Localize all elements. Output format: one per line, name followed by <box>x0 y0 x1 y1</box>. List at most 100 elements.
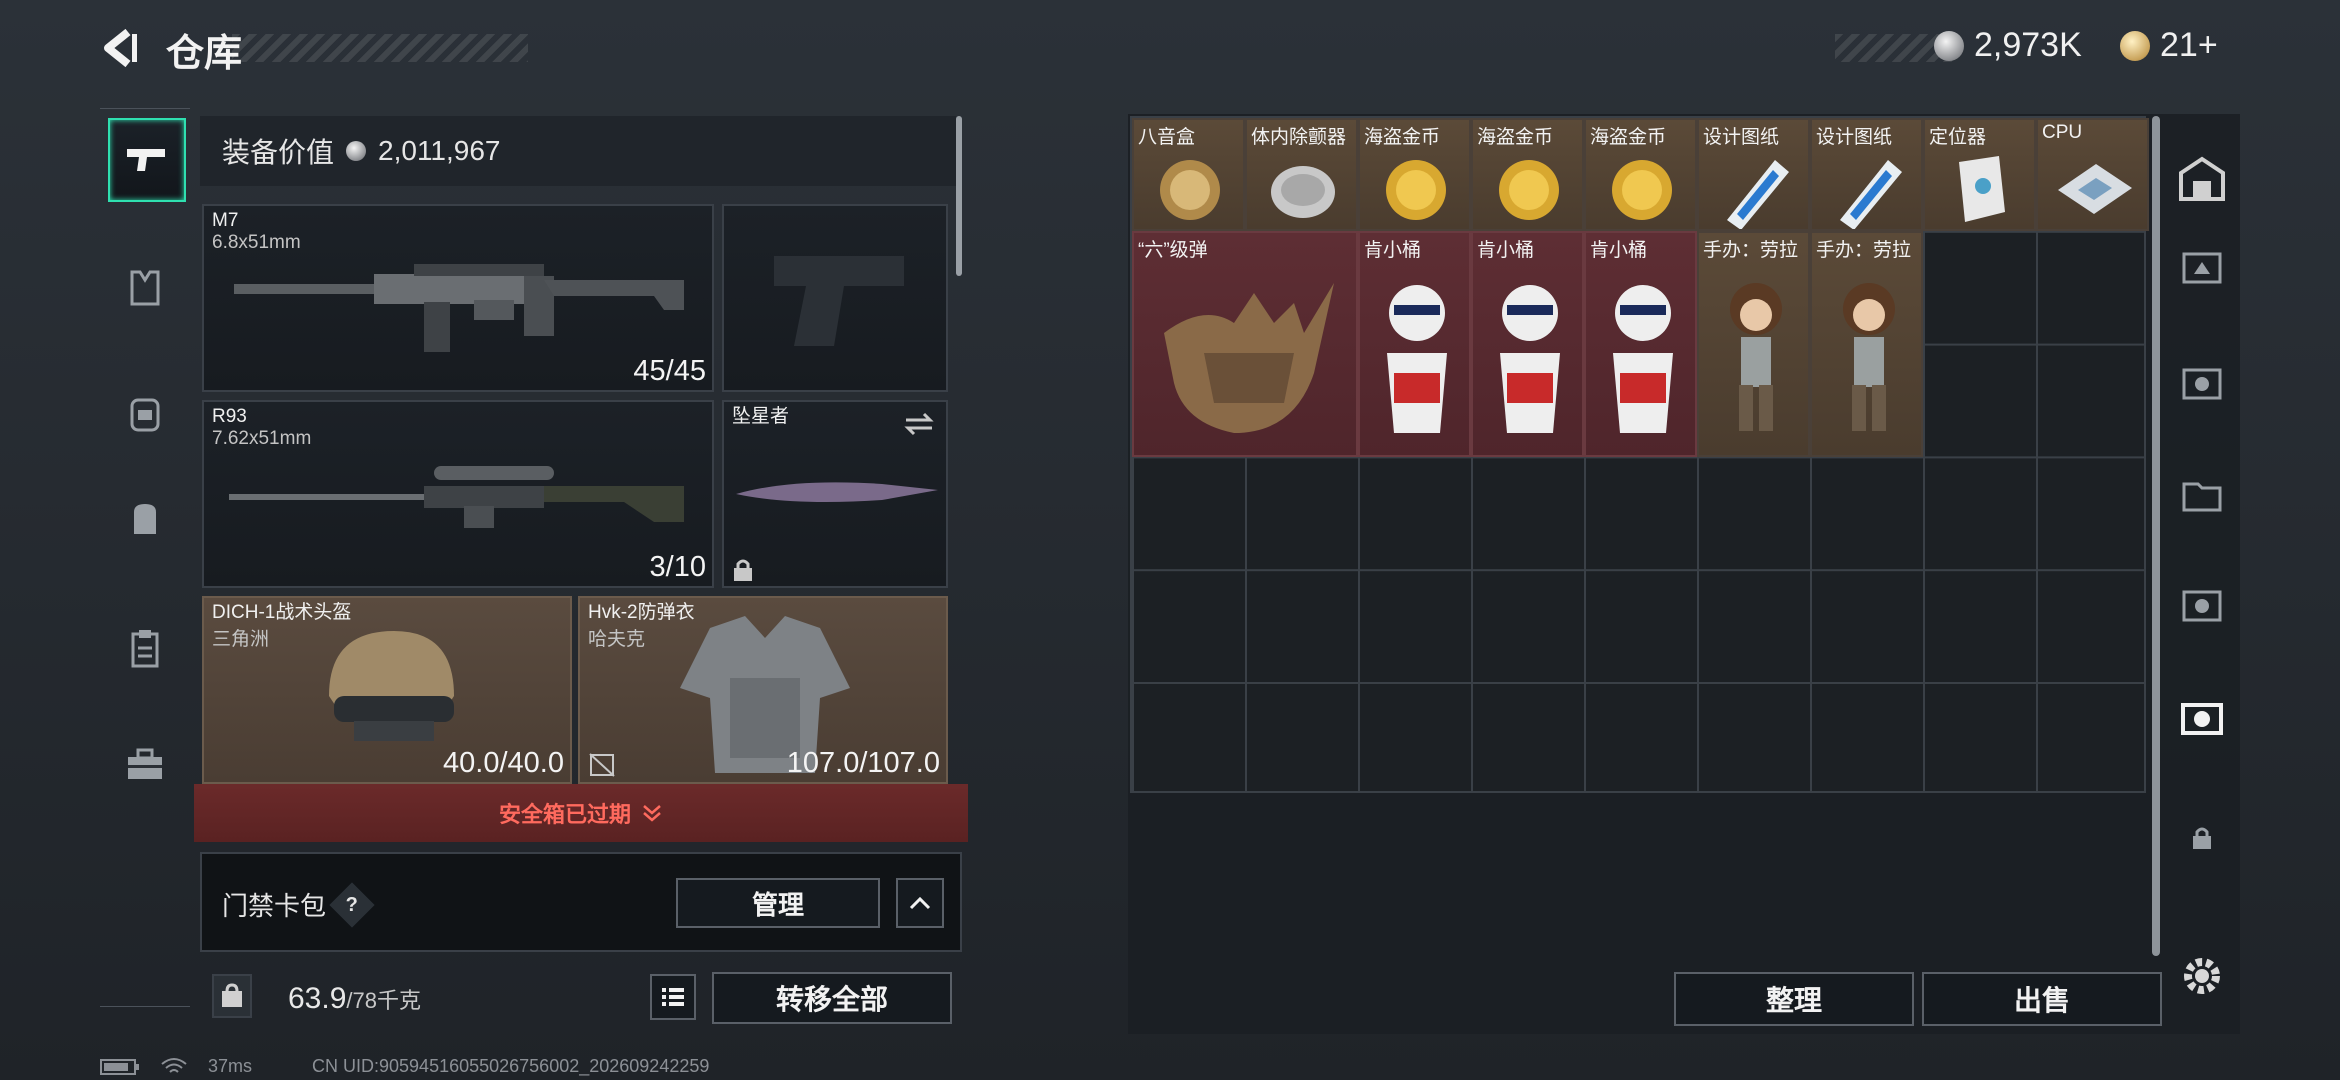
keycard-label: 门禁卡包 <box>222 891 327 921</box>
storage-tab-4[interactable] <box>2174 238 2230 294</box>
helmet-slot[interactable]: DICH-1战术头盔 三角洲 40.0/40.0 <box>202 596 572 784</box>
battery-icon <box>100 1058 139 1075</box>
weapon-tab[interactable] <box>108 118 186 202</box>
locator-icon <box>1959 156 2005 222</box>
container-tier-icon <box>2182 482 2222 512</box>
weight-info-button[interactable] <box>212 974 252 1018</box>
storage-item-lara-figure[interactable]: 手办：劳拉 <box>1697 231 1810 457</box>
chest-rig-tab[interactable] <box>108 374 182 454</box>
storage-tab-8-active[interactable] <box>2174 690 2230 746</box>
armor-slot[interactable]: Hvk-2防弹衣 哈夫克 107.0/107.0 <box>578 596 948 784</box>
lock-icon <box>734 559 752 581</box>
backpack-tab[interactable] <box>108 478 182 558</box>
melee-name: 坠星者 <box>732 406 790 427</box>
storage-item-tier6-ammo[interactable]: “六”级弹 <box>1132 231 1358 457</box>
storage-item-blueprint[interactable]: 设计图纸 <box>1810 118 1923 231</box>
storage-item-lara-figure[interactable]: 手办：劳拉 <box>1810 231 1923 457</box>
title-decoration <box>232 34 528 62</box>
melee-slot[interactable]: 坠星者 <box>722 400 948 588</box>
storage-item-music-box[interactable]: 八音盒 <box>1132 118 1245 231</box>
storage-tab-6[interactable] <box>2174 466 2230 522</box>
kfc-bucket-figure-icon <box>1500 285 1560 433</box>
storage-item-kfc-bucket[interactable]: 肯小桶 <box>1584 231 1697 457</box>
item-name: 设计图纸 <box>1816 127 1893 148</box>
storage-item-pirate-coin[interactable]: 海盗金币 <box>1358 118 1471 231</box>
nav-divider <box>100 1006 190 1007</box>
secondary-weapon-slot[interactable]: R93 7.62x51mm 3/10 <box>202 400 714 588</box>
cpu-chip-icon <box>2058 164 2132 214</box>
item-name: 海盗金币 <box>1477 127 1554 148</box>
storage-item-blueprint[interactable]: 设计图纸 <box>1697 118 1810 231</box>
sidearm-slot[interactable] <box>722 204 948 392</box>
storage-tab-locked <box>2174 810 2230 866</box>
lock-icon <box>2193 827 2211 849</box>
help-icon[interactable]: ? <box>329 881 375 928</box>
item-name: 肯小桶 <box>1364 240 1422 261</box>
uid-text: CN UID:90594516055026756002_202609242259 <box>312 1056 710 1076</box>
blueprint-icon <box>1727 160 1789 229</box>
toolbox-icon <box>128 748 162 779</box>
weapon-name: R93 <box>212 406 247 427</box>
container-tier-icon <box>2181 703 2223 735</box>
equipment-scrollbar[interactable] <box>956 116 962 276</box>
primary-weapon-slot[interactable]: M7 6.8x51mm 45/45 <box>202 204 714 392</box>
current-weight: 63.9 <box>288 982 347 1015</box>
collapse-button[interactable] <box>896 878 944 928</box>
storage-scrollbar[interactable] <box>2152 116 2160 956</box>
wifi-icon <box>161 1057 187 1073</box>
pistol-icon <box>127 149 165 171</box>
storage-item-pirate-coin[interactable]: 海盗金币 <box>1471 118 1584 231</box>
storage-item-cpu[interactable]: CPU <box>2036 118 2149 231</box>
armor-tab[interactable] <box>108 248 182 328</box>
storage-tab-all[interactable] <box>2174 150 2230 206</box>
helmet-icon <box>329 631 454 741</box>
keycard-label-row: 门禁卡包 ? <box>222 881 375 928</box>
toolbox-tab[interactable] <box>108 724 182 804</box>
status-bar: 37ms CN UID:90594516055026756002_2026092… <box>100 1056 709 1077</box>
music-box-icon <box>1160 160 1220 220</box>
gold-coin-icon <box>1499 160 1559 220</box>
clipboard-tab[interactable] <box>108 608 182 688</box>
storage-tab-7[interactable] <box>2174 576 2230 632</box>
silver-coin-icon <box>346 141 367 161</box>
double-chevron-down-icon <box>643 805 661 822</box>
list-view-button[interactable] <box>650 974 696 1020</box>
equipment-value-amount: 2,011,967 <box>378 135 501 166</box>
knife-icon <box>736 482 938 502</box>
item-name: “六”级弹 <box>1138 240 1208 261</box>
durability: 107.0/107.0 <box>786 747 940 779</box>
gold-currency[interactable]: 21+ <box>2120 26 2218 65</box>
swap-icon[interactable] <box>902 412 936 436</box>
storage-item-defibrillator[interactable]: 体内除颤器 <box>1245 118 1358 231</box>
nav-divider <box>100 108 190 109</box>
item-name: 手办：劳拉 <box>1703 240 1799 261</box>
storage-item-locator[interactable]: 定位器 <box>1923 118 2036 231</box>
transfer-all-button[interactable]: 转移全部 <box>712 972 952 1024</box>
gear-icon <box>2184 958 2220 994</box>
back-arrow-icon <box>104 28 137 68</box>
storage-item-pirate-coin[interactable]: 海盗金币 <box>1584 118 1697 231</box>
vest-icon <box>130 270 160 306</box>
item-name: 海盗金币 <box>1590 127 1667 148</box>
item-name: 定位器 <box>1929 127 1987 148</box>
safe-box-expired-banner[interactable]: 安全箱已过期 <box>194 784 968 842</box>
settings-button[interactable] <box>2174 948 2230 1004</box>
weight-bar: 63.9/78千克 转移全部 <box>200 962 970 1032</box>
storage-tab-5[interactable] <box>2174 354 2230 410</box>
sort-button[interactable]: 整理 <box>1674 972 1914 1026</box>
sell-button[interactable]: 出售 <box>1922 972 2162 1026</box>
back-button[interactable] <box>98 26 142 70</box>
storage-item-kfc-bucket[interactable]: 肯小桶 <box>1471 231 1584 457</box>
list-icon <box>662 988 684 1006</box>
item-name: 体内除颤器 <box>1251 127 1347 148</box>
container-tier-icon <box>2182 252 2222 284</box>
silver-currency[interactable]: 2,973K <box>1934 26 2082 65</box>
manage-button[interactable]: 管理 <box>676 878 880 928</box>
kfc-bucket-figure-icon <box>1613 285 1673 433</box>
silver-amount: 2,973K <box>1974 26 2082 64</box>
gold-coin-icon <box>2120 30 2150 61</box>
lara-figurine-icon <box>1843 283 1895 431</box>
backpack-icon <box>134 504 156 534</box>
gold-amount: 21+ <box>2160 26 2218 64</box>
storage-item-kfc-bucket[interactable]: 肯小桶 <box>1358 231 1471 457</box>
